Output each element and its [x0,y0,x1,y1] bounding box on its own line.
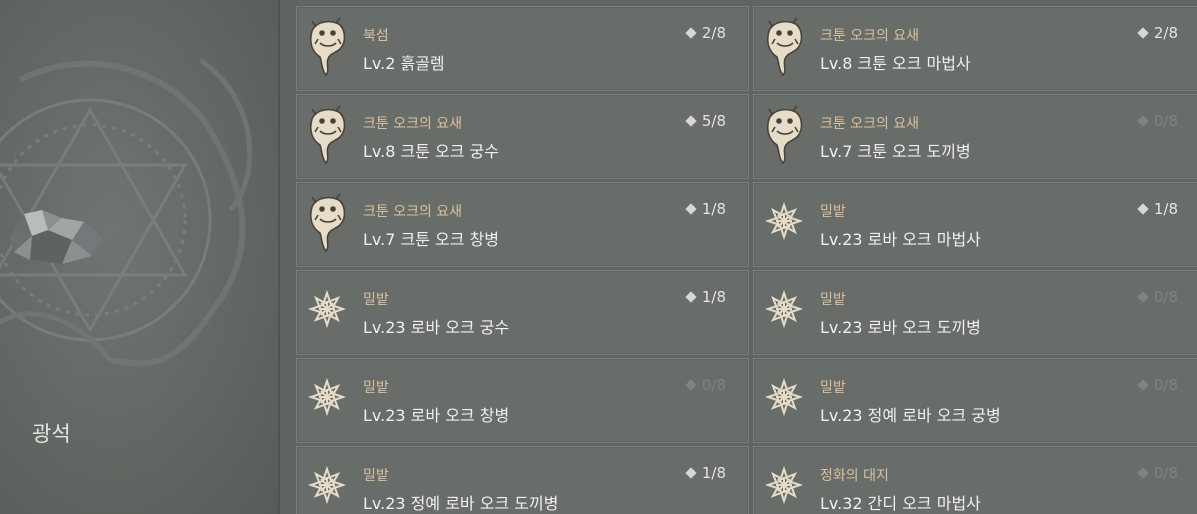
count-value: 0/8 [1153,464,1178,482]
monster-name: Lv.8 크툰 오크 궁수 [363,142,499,161]
monster-name: Lv.7 크툰 오크 창병 [363,230,499,249]
ore-icon [10,210,102,264]
monster-name: Lv.23 정예 로바 오크 궁병 [820,406,1001,425]
star-emblem-icon [306,369,348,429]
monster-name: Lv.32 간디 오크 마법사 [820,494,981,513]
kill-count: 1/8 [685,200,726,218]
diamond-icon [685,467,697,479]
monster-name: Lv.23 로바 오크 궁수 [363,318,510,337]
boar-icon [763,105,805,165]
boar-icon [763,17,805,77]
diamond-icon [1137,27,1149,39]
star-emblem-icon [306,281,348,341]
kill-count: 0/8 [1137,464,1178,482]
location-label: 정화의 대지 [820,468,889,484]
location-label: 밀밭 [363,380,389,396]
monster-card[interactable]: 크툰 오크의 요새 Lv.8 크툰 오크 궁수 5/8 [296,94,749,179]
boar-icon [306,193,348,253]
count-value: 1/8 [701,200,726,218]
location-label: 크툰 오크의 요새 [820,116,920,132]
monster-name: Lv.8 크툰 오크 마법사 [820,54,971,73]
count-value: 2/8 [701,24,726,42]
monster-card[interactable]: 밀밭 Lv.23 로바 오크 도끼병 0/8 [753,270,1197,355]
panel-divider [278,0,280,514]
location-label: 밀밭 [820,380,846,396]
star-emblem-icon [763,281,805,341]
diamond-icon [685,291,697,303]
monster-name: Lv.7 크툰 오크 도끼병 [820,142,971,161]
location-label: 밀밭 [363,292,389,308]
monster-card[interactable]: 정화의 대지 Lv.32 간디 오크 마법사 0/8 [753,446,1197,514]
category-panel: 광석 [0,0,278,514]
kill-count: 1/8 [1137,200,1178,218]
count-value: 0/8 [1153,112,1178,130]
location-label: 밀밭 [820,292,846,308]
count-value: 1/8 [1153,200,1178,218]
location-label: 크툰 오크의 요새 [820,28,920,44]
monster-card[interactable]: 크툰 오크의 요새 Lv.8 크툰 오크 마법사 2/8 [753,6,1197,91]
star-emblem-icon [763,369,805,429]
kill-count: 5/8 [685,112,726,130]
star-emblem-icon [763,193,805,253]
kill-count: 2/8 [685,24,726,42]
monster-name: Lv.23 정예 로바 오크 도끼병 [363,494,559,513]
location-label: 북섬 [363,28,389,44]
diamond-icon [1137,467,1149,479]
category-title: 광석 [32,422,71,446]
diamond-icon [1137,115,1149,127]
monster-list: 북섬 Lv.2 흙골렘 2/8 크툰 오크의 요새 Lv.8 크툰 오크 마법사… [296,6,1197,514]
monster-name: Lv.23 로바 오크 마법사 [820,230,981,249]
monster-card[interactable]: 밀밭 Lv.23 정예 로바 오크 궁병 0/8 [753,358,1197,443]
count-value: 0/8 [1153,288,1178,306]
diamond-icon [685,379,697,391]
monster-card[interactable]: 크툰 오크의 요새 Lv.7 크툰 오크 창병 1/8 [296,182,749,267]
monster-name: Lv.2 흙골렘 [363,54,445,73]
monster-card[interactable]: 크툰 오크의 요새 Lv.7 크툰 오크 도끼병 0/8 [753,94,1197,179]
count-value: 0/8 [701,376,726,394]
diamond-icon [1137,203,1149,215]
count-value: 5/8 [701,112,726,130]
kill-count: 0/8 [1137,376,1178,394]
diamond-icon [685,203,697,215]
diamond-icon [685,115,697,127]
monster-name: Lv.23 로바 오크 도끼병 [820,318,981,337]
kill-count: 0/8 [1137,112,1178,130]
kill-count: 0/8 [1137,288,1178,306]
count-value: 1/8 [701,288,726,306]
star-emblem-icon [763,457,805,514]
star-emblem-icon [306,457,348,514]
monster-card[interactable]: 밀밭 Lv.23 정예 로바 오크 도끼병 1/8 [296,446,749,514]
monster-card[interactable]: 밀밭 Lv.23 로바 오크 창병 0/8 [296,358,749,443]
monster-card[interactable]: 밀밭 Lv.23 로바 오크 마법사 1/8 [753,182,1197,267]
location-label: 밀밭 [820,204,846,220]
monster-name: Lv.23 로바 오크 창병 [363,406,510,425]
monster-card[interactable]: 밀밭 Lv.23 로바 오크 궁수 1/8 [296,270,749,355]
diamond-icon [1137,379,1149,391]
kill-count: 0/8 [685,376,726,394]
count-value: 0/8 [1153,376,1178,394]
diamond-icon [1137,291,1149,303]
boar-icon [306,105,348,165]
diamond-icon [685,27,697,39]
location-label: 밀밭 [363,468,389,484]
kill-count: 1/8 [685,464,726,482]
location-label: 크툰 오크의 요새 [363,204,463,220]
kill-count: 2/8 [1137,24,1178,42]
count-value: 2/8 [1153,24,1178,42]
boar-icon [306,17,348,77]
monster-card[interactable]: 북섬 Lv.2 흙골렘 2/8 [296,6,749,91]
kill-count: 1/8 [685,288,726,306]
count-value: 1/8 [701,464,726,482]
location-label: 크툰 오크의 요새 [363,116,463,132]
